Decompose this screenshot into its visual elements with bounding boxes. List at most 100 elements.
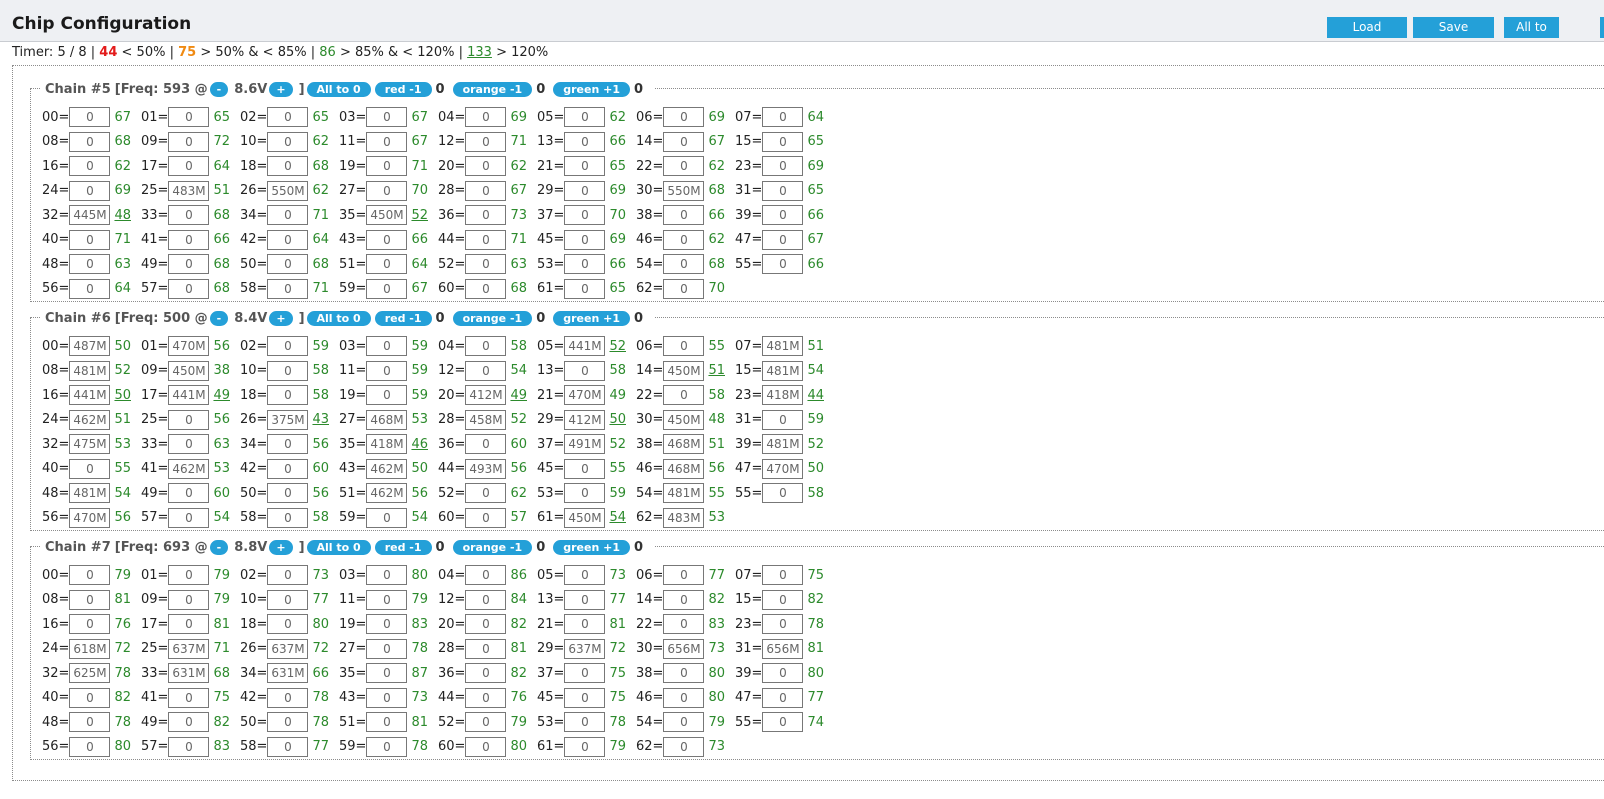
chip-freq-input[interactable] [762, 205, 804, 225]
chip-freq-input[interactable] [366, 712, 408, 732]
chip-freq-input[interactable] [69, 507, 111, 528]
chip-freq-input[interactable] [69, 156, 111, 176]
chip-temperature[interactable]: 52 [609, 339, 626, 354]
chip-freq-input[interactable] [168, 336, 210, 356]
chip-freq-input[interactable] [564, 589, 606, 610]
chip-freq-input[interactable] [762, 458, 804, 479]
chip-freq-input[interactable] [69, 107, 111, 127]
chip-freq-input[interactable] [465, 360, 507, 381]
chip-freq-input[interactable] [465, 131, 507, 152]
chip-freq-input[interactable] [366, 663, 408, 683]
chip-freq-input[interactable] [69, 205, 111, 225]
chip-freq-input[interactable] [69, 336, 111, 356]
chip-freq-input[interactable] [168, 107, 210, 127]
chip-freq-input[interactable] [267, 360, 309, 381]
chip-freq-input[interactable] [69, 254, 111, 274]
chip-freq-input[interactable] [762, 409, 804, 430]
chip-freq-input[interactable] [366, 156, 408, 176]
chip-freq-input[interactable] [69, 409, 111, 430]
chip-freq-input[interactable] [69, 736, 111, 757]
chip-freq-input[interactable] [366, 229, 408, 250]
chip-freq-input[interactable] [762, 131, 804, 152]
chip-freq-input[interactable] [69, 180, 111, 201]
chip-freq-input[interactable] [168, 638, 210, 659]
chip-freq-input[interactable] [465, 507, 507, 528]
chip-freq-input[interactable] [762, 663, 804, 683]
chip-freq-input[interactable] [465, 483, 507, 503]
chip-freq-input[interactable] [663, 180, 705, 201]
red-minus-button[interactable]: red -1 [374, 310, 432, 326]
chip-freq-input[interactable] [465, 614, 507, 634]
green-plus-button[interactable]: green +1 [553, 310, 630, 326]
chip-freq-input[interactable] [465, 254, 507, 274]
chip-freq-input[interactable] [168, 712, 210, 732]
chip-freq-input[interactable] [267, 409, 309, 430]
chip-freq-input[interactable] [267, 278, 309, 299]
chip-freq-input[interactable] [564, 687, 606, 708]
chip-freq-input[interactable] [762, 687, 804, 708]
chip-freq-input[interactable] [663, 360, 705, 381]
chain-all-to-zero-button[interactable]: All to 0 [306, 81, 371, 97]
voltage-minus-button[interactable]: - [209, 310, 229, 326]
chip-freq-input[interactable] [762, 360, 804, 381]
chip-freq-input[interactable] [465, 107, 507, 127]
chip-freq-input[interactable] [366, 254, 408, 274]
save-profile-button[interactable]: Save profile [1413, 17, 1494, 55]
chip-freq-input[interactable] [267, 156, 309, 176]
chip-freq-input[interactable] [69, 565, 111, 585]
chip-freq-input[interactable] [69, 589, 111, 610]
chip-freq-input[interactable] [663, 638, 705, 659]
chip-freq-input[interactable] [366, 507, 408, 528]
chip-freq-input[interactable] [663, 278, 705, 299]
chip-freq-input[interactable] [168, 156, 210, 176]
voltage-minus-button[interactable]: - [209, 539, 229, 555]
chip-freq-input[interactable] [366, 614, 408, 634]
chip-freq-input[interactable] [663, 614, 705, 634]
over-count-link[interactable]: 133 [467, 45, 492, 60]
chip-freq-input[interactable] [465, 565, 507, 585]
chip-freq-input[interactable] [168, 507, 210, 528]
chip-freq-input[interactable] [465, 663, 507, 683]
chip-freq-input[interactable] [762, 385, 804, 405]
chip-freq-input[interactable] [564, 180, 606, 201]
chip-freq-input[interactable] [465, 589, 507, 610]
chip-freq-input[interactable] [69, 385, 111, 405]
chip-freq-input[interactable] [267, 434, 309, 454]
red-minus-button[interactable]: red -1 [374, 81, 432, 97]
chip-freq-input[interactable] [465, 434, 507, 454]
voltage-plus-button[interactable]: + [269, 539, 293, 555]
load-profile-button[interactable]: Load profile [1327, 17, 1407, 55]
chip-freq-input[interactable] [366, 360, 408, 381]
chip-freq-input[interactable] [762, 565, 804, 585]
chip-freq-input[interactable] [663, 156, 705, 176]
chip-freq-input[interactable] [762, 614, 804, 634]
chip-freq-input[interactable] [168, 409, 210, 430]
chip-freq-input[interactable] [69, 663, 111, 683]
chip-freq-input[interactable] [762, 589, 804, 610]
chip-temperature[interactable]: 52 [411, 208, 428, 223]
chip-freq-input[interactable] [564, 507, 606, 528]
chip-freq-input[interactable] [267, 229, 309, 250]
chip-freq-input[interactable] [762, 254, 804, 274]
chip-freq-input[interactable] [663, 409, 705, 430]
overflow-button[interactable] [1600, 17, 1604, 38]
chip-freq-input[interactable] [168, 736, 210, 757]
chip-freq-input[interactable] [762, 434, 804, 454]
chip-freq-input[interactable] [663, 507, 705, 528]
chip-freq-input[interactable] [366, 434, 408, 454]
chip-freq-input[interactable] [564, 712, 606, 732]
voltage-minus-button[interactable]: - [209, 81, 229, 97]
chip-freq-input[interactable] [267, 107, 309, 127]
chip-freq-input[interactable] [663, 736, 705, 757]
chip-freq-input[interactable] [762, 336, 804, 356]
chip-freq-input[interactable] [663, 458, 705, 479]
all-to-zero-button[interactable]: All to 0 [1504, 17, 1559, 55]
chip-freq-input[interactable] [366, 131, 408, 152]
chip-temperature[interactable]: 50 [114, 388, 131, 403]
chip-freq-input[interactable] [168, 360, 210, 381]
chip-freq-input[interactable] [663, 663, 705, 683]
chip-freq-input[interactable] [663, 565, 705, 585]
chip-freq-input[interactable] [168, 589, 210, 610]
chip-freq-input[interactable] [168, 483, 210, 503]
chip-freq-input[interactable] [465, 205, 507, 225]
